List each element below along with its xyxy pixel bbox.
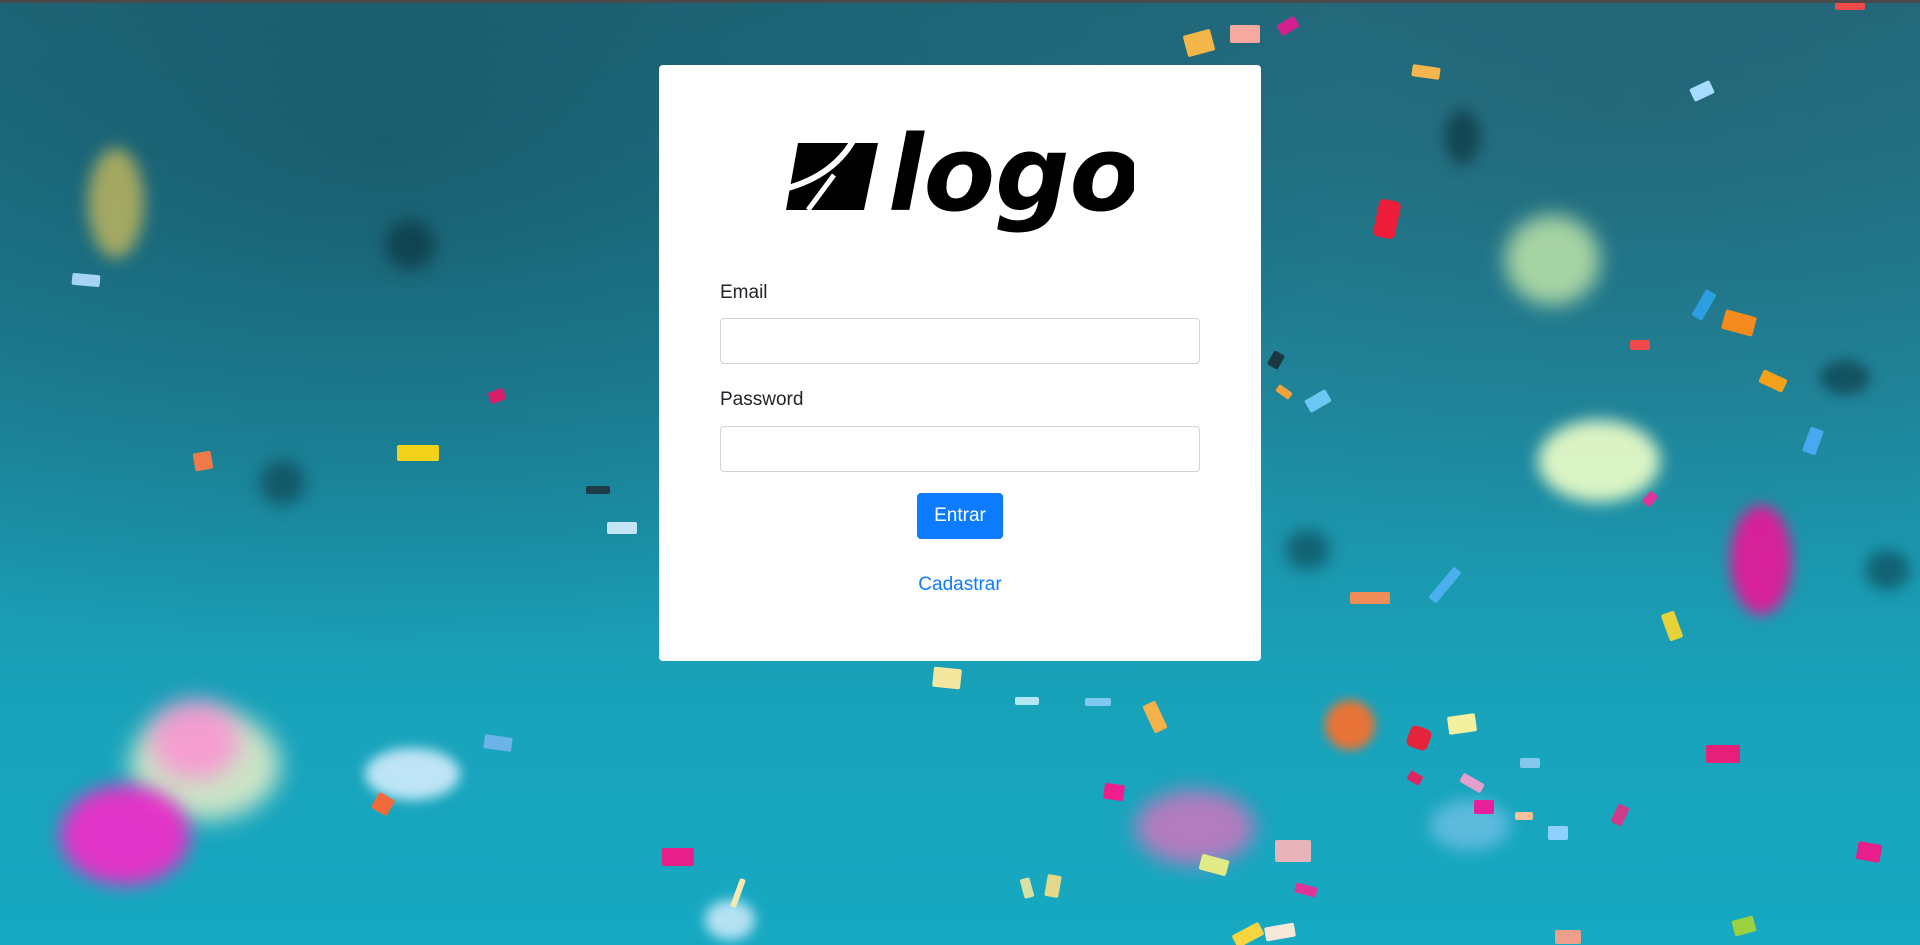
logo-mark-icon xyxy=(786,129,878,212)
email-label: Email xyxy=(720,282,768,303)
password-label: Password xyxy=(720,389,804,410)
login-card: logo Email Password Entrar Cadastrar xyxy=(659,65,1261,661)
password-input[interactable] xyxy=(720,426,1200,472)
window-top-bar xyxy=(0,0,1920,3)
logo-wordmark: logo xyxy=(888,123,1134,235)
login-button[interactable]: Entrar xyxy=(917,493,1003,539)
brand-logo: logo xyxy=(786,123,1134,235)
email-input[interactable] xyxy=(720,318,1200,364)
register-link[interactable]: Cadastrar xyxy=(659,574,1261,596)
